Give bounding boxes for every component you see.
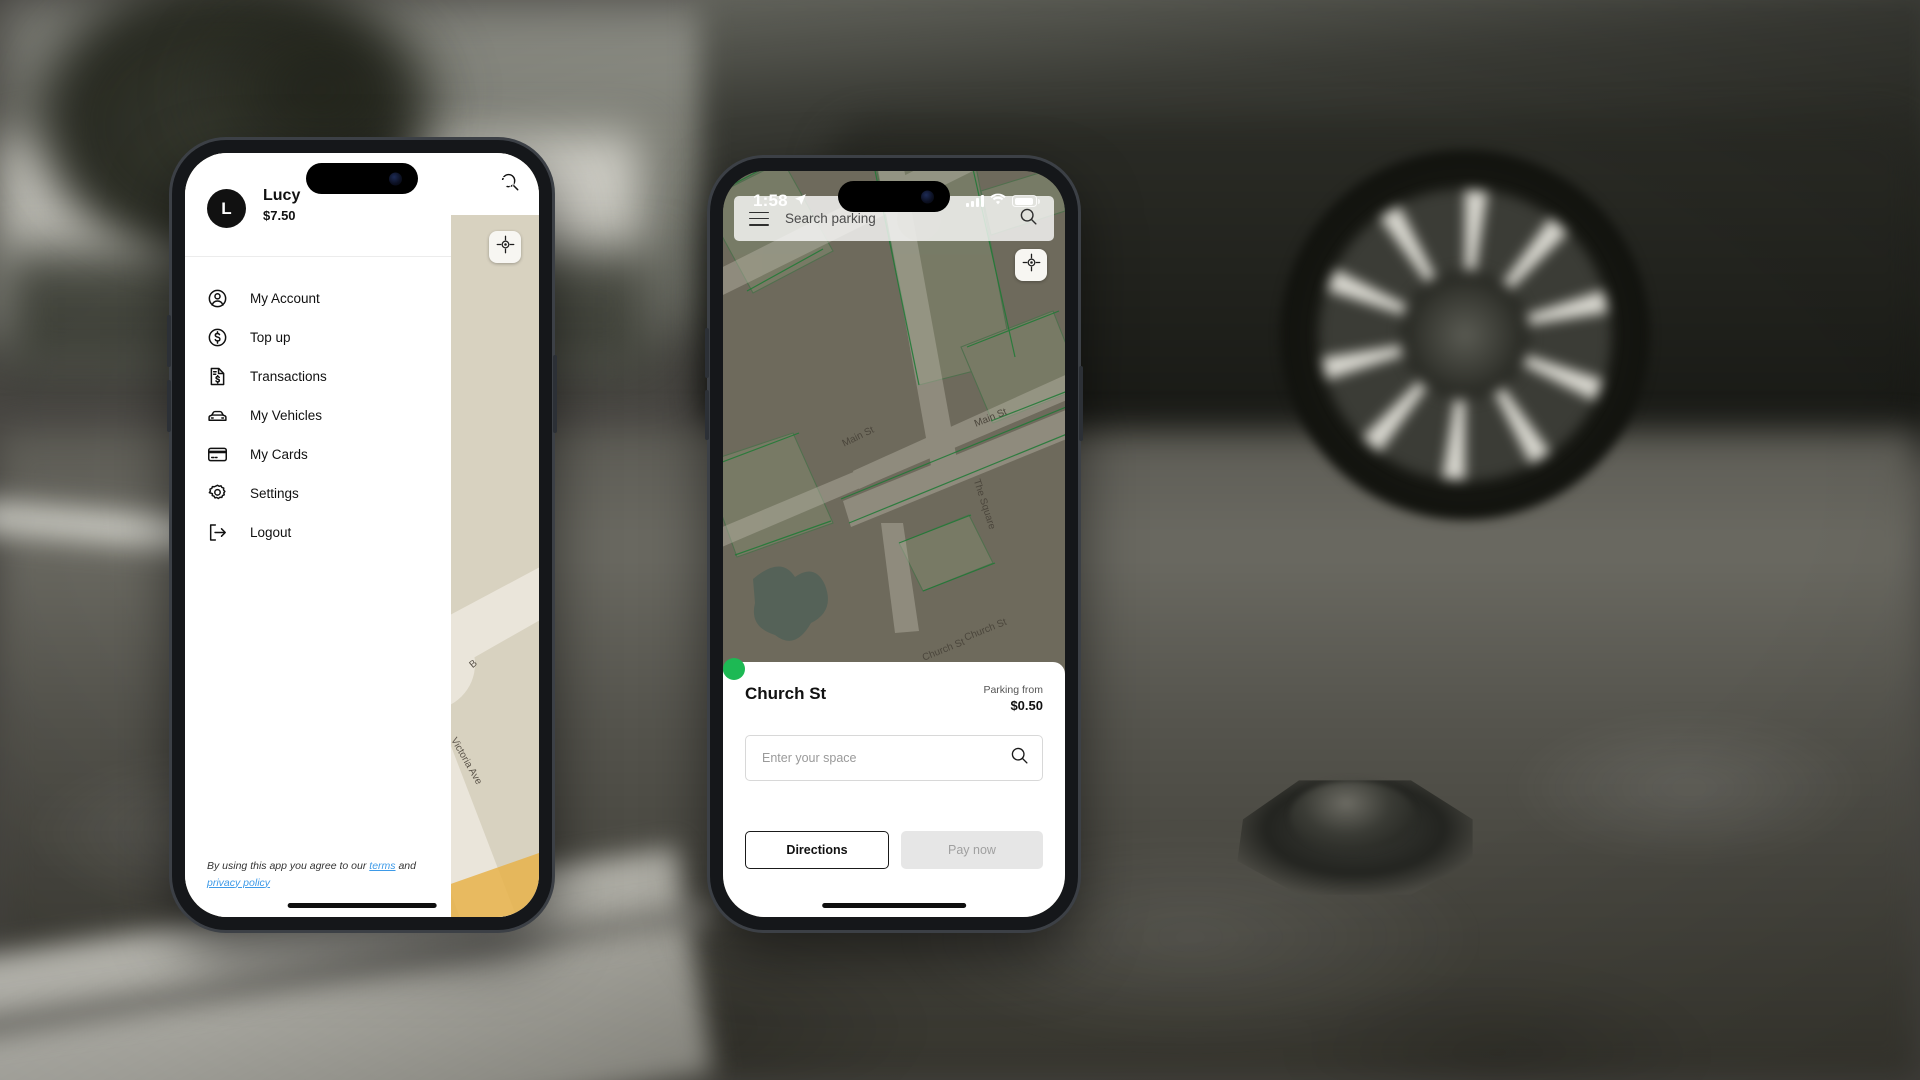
front-camera-icon	[921, 190, 934, 203]
phone-right-volume-up[interactable]	[705, 328, 709, 378]
dynamic-island-right	[838, 181, 950, 212]
space-input-field[interactable]: Enter your space	[745, 735, 1043, 781]
sheet-actions: Directions Pay now	[745, 831, 1043, 869]
menu-item-top-up[interactable]: Top up	[185, 318, 451, 357]
menu-label: Top up	[250, 330, 291, 345]
receipt-icon	[207, 366, 228, 387]
front-camera-icon	[389, 172, 402, 185]
phone-left-volume-up[interactable]	[167, 315, 171, 367]
locate-button-left[interactable]	[489, 231, 521, 263]
phone-left-volume-down[interactable]	[167, 380, 171, 432]
menu-item-transactions[interactable]: Transactions	[185, 357, 451, 396]
menu-label: My Cards	[250, 447, 308, 462]
parking-location-title: Church St	[745, 684, 827, 703]
phone-right-volume-down[interactable]	[705, 390, 709, 440]
locate-button-right[interactable]	[1015, 249, 1047, 281]
legal-join: and	[395, 860, 416, 873]
pay-now-button[interactable]: Pay now	[901, 831, 1043, 869]
user-circle-icon	[207, 288, 228, 309]
search-icon[interactable]	[499, 171, 521, 198]
location-marker-dot	[723, 658, 745, 680]
search-input[interactable]: Search parking	[785, 211, 1002, 226]
parking-detail-sheet: Church St Parking from $0.50 Enter your …	[723, 658, 1065, 917]
phone-left-screen: Victoria Ave Victoria Ave B L	[185, 153, 539, 917]
phone-left: Victoria Ave Victoria Ave B L	[167, 140, 557, 930]
dynamic-island-left	[306, 163, 418, 194]
price-caption: Parking from	[983, 684, 1043, 696]
drawer-menu: My Account Top up Transactions My Vehicl…	[185, 257, 451, 858]
space-input-placeholder[interactable]: Enter your space	[762, 751, 1009, 765]
phone-right-screen: Main St Main St The Square Church St Chu…	[723, 171, 1065, 917]
legal-text: By using this app you agree to our terms…	[207, 858, 429, 891]
directions-button[interactable]: Directions	[745, 831, 889, 869]
menu-item-my-cards[interactable]: My Cards	[185, 435, 451, 474]
terms-link[interactable]: terms	[369, 860, 395, 872]
left-search-strip	[451, 153, 539, 215]
price-block: Parking from $0.50	[983, 684, 1043, 713]
menu-item-my-vehicles[interactable]: My Vehicles	[185, 396, 451, 435]
locate-crosshair-icon	[496, 235, 515, 259]
logout-icon	[207, 522, 228, 543]
home-indicator-left[interactable]	[287, 903, 437, 908]
search-icon[interactable]	[1018, 206, 1039, 232]
menu-label: Logout	[250, 525, 292, 540]
user-name: Lucy	[263, 187, 301, 204]
avatar: L	[207, 189, 246, 228]
user-info: Lucy $7.50	[263, 187, 300, 223]
gear-icon	[207, 483, 228, 504]
sheet-header: Church St Parking from $0.50	[745, 662, 1043, 713]
dollar-circle-icon	[207, 327, 228, 348]
menu-item-settings[interactable]: Settings	[185, 474, 451, 513]
drawer-footer: By using this app you agree to our terms…	[185, 858, 451, 917]
home-indicator-right[interactable]	[822, 903, 966, 908]
navigation-drawer: L Lucy $7.50 My Account Top up Transacti…	[185, 153, 451, 917]
legal-prefix: By using this app you agree to our	[207, 860, 370, 873]
privacy-policy-link[interactable]: privacy policy	[207, 877, 270, 889]
menu-item-logout[interactable]: Logout	[185, 513, 451, 552]
locate-crosshair-icon	[1022, 253, 1041, 277]
phone-right: Main St Main St The Square Church St Chu…	[705, 158, 1083, 930]
price-value: $0.50	[1010, 698, 1043, 713]
hamburger-menu-icon[interactable]	[749, 211, 769, 226]
search-icon[interactable]	[1009, 745, 1030, 771]
phone-right-power[interactable]	[1079, 366, 1083, 441]
menu-label: Settings	[250, 486, 299, 501]
phone-left-power[interactable]	[553, 355, 557, 433]
menu-label: My Vehicles	[250, 408, 323, 423]
user-balance: $7.50	[263, 208, 296, 224]
menu-label: Transactions	[250, 369, 327, 384]
credit-card-icon	[207, 444, 228, 465]
car-icon	[207, 405, 228, 426]
menu-item-my-account[interactable]: My Account	[185, 279, 451, 318]
menu-label: My Account	[250, 291, 320, 306]
